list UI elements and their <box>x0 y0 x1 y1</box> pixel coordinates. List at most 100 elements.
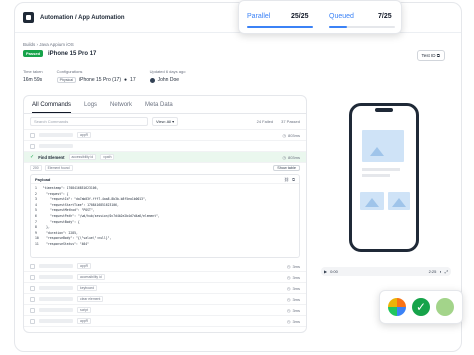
command-placeholder <box>39 297 73 301</box>
os-version: 17 <box>130 77 136 83</box>
config-label: Configurations <box>56 69 83 74</box>
command-name: Find Element <box>38 154 65 160</box>
time-value: 16m 59s <box>23 77 43 83</box>
clock-icon: ◷ <box>282 132 286 138</box>
device-preview <box>318 95 450 285</box>
check-icon: ✓ <box>30 154 35 160</box>
passed-count[interactable]: 37 Passed <box>281 119 300 124</box>
test-id-label: Test ID <box>421 53 436 58</box>
parallel-fill <box>247 26 313 28</box>
clock-icon: ◷ <box>282 154 286 160</box>
parallel-bar <box>247 26 313 28</box>
search-input[interactable]: Search Commands <box>30 117 148 126</box>
image-placeholder-icon <box>362 130 404 162</box>
queued-fill <box>329 26 348 28</box>
status-badge: Passed <box>23 50 44 57</box>
video-player[interactable]: ▶ 0:00 2:25 ◖ ⤢ <box>321 267 451 276</box>
row-checkbox[interactable] <box>30 318 35 324</box>
command-time: 803ms <box>287 154 300 160</box>
clock-icon: ◷ <box>286 318 291 324</box>
command-placeholder <box>39 275 73 279</box>
parallel-queued-card: Parallel 25/25 Queued 7/25 <box>238 0 402 34</box>
phone-frame <box>349 103 419 252</box>
command-tag: accessibility id <box>77 274 105 280</box>
command-tag: appR <box>77 318 92 324</box>
row-checkbox[interactable] <box>30 263 35 269</box>
text-line <box>362 168 400 171</box>
payload-title: Payload <box>35 176 51 182</box>
test-id-button[interactable]: Test ID ⧉ <box>416 50 445 61</box>
link-icon[interactable]: ⛓ <box>284 177 289 182</box>
command-row[interactable]: script ◷ 3ms <box>24 305 306 316</box>
row-checkbox[interactable] <box>30 285 35 291</box>
avatar <box>149 77 155 83</box>
command-tag: clear element <box>77 296 104 302</box>
command-row[interactable]: appR ◷ 803ms <box>24 130 306 141</box>
page-title: Automation / App Automation <box>40 14 125 21</box>
row-checkbox[interactable] <box>30 132 35 138</box>
command-row-selected[interactable]: ✓ Find Element accessibility id xpath ◷ 8… <box>24 152 306 163</box>
command-row[interactable]: appR ◷ 3ms <box>24 316 306 327</box>
breadcrumb[interactable]: Builds › Java Appium iOS <box>23 42 74 47</box>
clock-icon: ◷ <box>286 285 291 291</box>
fullscreen-icon[interactable]: ⤢ <box>445 269 448 274</box>
phone-notch <box>375 108 393 112</box>
clock-icon: ◷ <box>286 263 291 269</box>
command-placeholder <box>39 308 73 312</box>
response-code: 200 <box>30 164 42 171</box>
tab-network[interactable]: Network <box>110 102 132 113</box>
command-placeholder <box>39 319 73 323</box>
command-time: 3ms <box>292 307 300 313</box>
view-select[interactable]: View: All ▾ <box>152 117 179 126</box>
payload-box: Payload ⛓ ⧉ 1 "timestamp": 17084168516231… <box>30 174 300 258</box>
commands-panel: All Commands Logs Network Meta Data Sear… <box>23 95 307 333</box>
row-checkbox[interactable] <box>30 143 35 149</box>
image-placeholder-icon <box>360 192 384 210</box>
integrations-card: ✓ <box>379 290 463 324</box>
clock-icon: ◷ <box>286 274 291 280</box>
command-time: 3ms <box>292 318 300 324</box>
volume-icon[interactable]: ◖ <box>439 269 441 274</box>
parallel-label: Parallel <box>247 13 271 20</box>
queued-bar <box>329 26 395 28</box>
build-name: iPhone 15 Pro 17 <box>48 50 97 57</box>
command-time: 3ms <box>292 274 300 280</box>
image-placeholder-icon <box>388 192 410 210</box>
element-found-tag: Element found <box>44 164 73 171</box>
row-checkbox[interactable] <box>30 274 35 280</box>
queued-value: 7/25 <box>378 13 392 20</box>
show-table-button[interactable]: Show table <box>273 164 300 171</box>
command-placeholder <box>39 264 73 268</box>
row-checkbox[interactable] <box>30 307 35 313</box>
start-time: 0:00 <box>330 269 338 274</box>
row-checkbox[interactable] <box>30 296 35 302</box>
command-tag: appR <box>77 132 92 138</box>
parallel-value: 25/25 <box>291 13 309 20</box>
command-tag: keyboard <box>77 285 97 291</box>
view-select-label: View: All <box>156 119 172 124</box>
tab-all-commands[interactable]: All Commands <box>32 102 72 113</box>
apple-icon: ● <box>124 77 128 83</box>
command-row[interactable]: appR ◷ 3ms <box>24 261 306 272</box>
browser-logo-icon <box>388 298 406 316</box>
play-icon[interactable]: ▶ <box>324 269 327 274</box>
command-time: 3ms <box>292 263 300 269</box>
command-time: 3ms <box>292 285 300 291</box>
queued-label: Queued <box>329 13 354 20</box>
command-tag: accessibility id <box>68 154 97 160</box>
command-tag: script <box>77 307 92 313</box>
android-icon <box>436 298 454 316</box>
payload-code: 1 "timestamp": 1708416851623106, 2 "reque… <box>31 184 299 250</box>
command-row[interactable]: keyboard ◷ 3ms <box>24 283 306 294</box>
user-name: John Doe <box>157 77 180 83</box>
copy-icon[interactable]: ⧉ <box>292 177 295 182</box>
failed-count[interactable]: 24 Failed <box>257 119 273 124</box>
command-placeholder <box>39 133 73 137</box>
tab-meta-data[interactable]: Meta Data <box>145 102 173 113</box>
command-row[interactable] <box>24 141 306 152</box>
logo-icon <box>23 12 34 23</box>
tab-logs[interactable]: Logs <box>84 102 97 113</box>
checkmark-badge-icon: ✓ <box>412 298 430 316</box>
command-row[interactable]: clear element ◷ 3ms <box>24 294 306 305</box>
command-row[interactable]: accessibility id ◷ 3ms <box>24 272 306 283</box>
